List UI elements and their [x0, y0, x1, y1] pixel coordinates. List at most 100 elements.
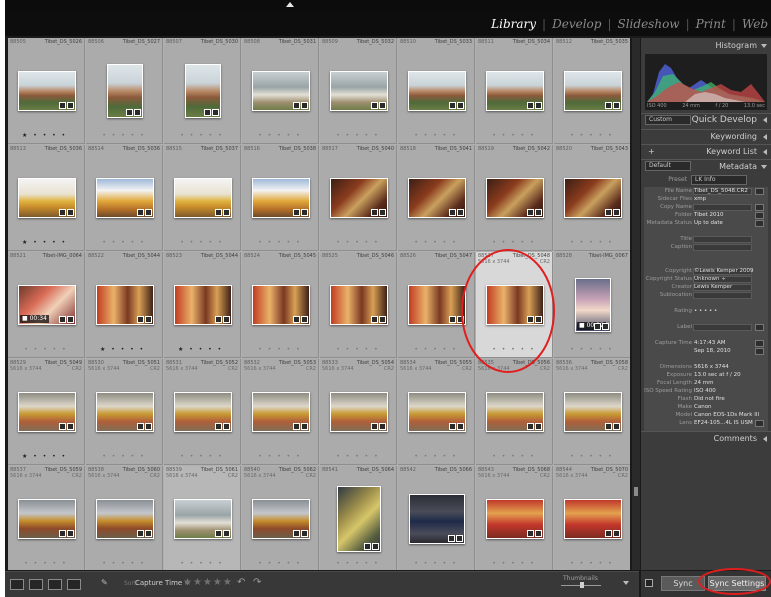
- metadata-badge-icon[interactable]: [605, 530, 612, 537]
- thumbnail-image[interactable]: [408, 178, 466, 218]
- cell-rating[interactable]: • • • • •: [554, 346, 630, 353]
- develop-badge-icon[interactable]: [456, 535, 463, 542]
- develop-badge-icon[interactable]: [67, 530, 74, 537]
- cell-rating[interactable]: • • • • •: [398, 560, 474, 567]
- metadata-badge-icon[interactable]: [204, 109, 211, 116]
- cell-rating[interactable]: • • • • •: [320, 453, 396, 460]
- metadata-badge-icon[interactable]: [137, 316, 144, 323]
- thumbnail-cell[interactable]: 88519 Tibet_DS_5042 • • • • •: [476, 145, 553, 251]
- metadata-field[interactable]: [693, 236, 752, 243]
- metadata-badge-icon[interactable]: [527, 209, 534, 216]
- develop-badge-icon[interactable]: [535, 102, 542, 109]
- add-keyword-icon[interactable]: +: [648, 144, 655, 159]
- thumbnail-image[interactable]: [564, 178, 622, 218]
- develop-badge-icon[interactable]: [457, 423, 464, 430]
- cell-rating[interactable]: ★ • • • •: [8, 453, 84, 460]
- thumbnail-cell[interactable]: 88520 Tibet_DS_5043 • • • • •: [554, 145, 630, 251]
- cell-rating[interactable]: • • • • •: [476, 132, 552, 139]
- thumbnail-cell[interactable]: 88542 Tibet_DS_5066 • • • • •: [398, 466, 475, 570]
- quick-develop-expand-icon[interactable]: [763, 117, 767, 123]
- top-panel-toggle-strip[interactable]: [5, 0, 771, 10]
- develop-badge-icon[interactable]: [372, 543, 379, 550]
- thumbnail-image[interactable]: [174, 285, 232, 325]
- metadata-badge-icon[interactable]: [448, 535, 455, 542]
- cell-rating[interactable]: • • • • •: [476, 560, 552, 567]
- histogram-header[interactable]: Histogram: [641, 38, 771, 53]
- cell-rating[interactable]: • • • • •: [398, 132, 474, 139]
- metadata-header[interactable]: Default Metadata: [641, 159, 771, 174]
- thumbnail-cell[interactable]: 88539 Tibet_DS_5061 5616 x 3744 CR2 • • • • …: [164, 466, 241, 570]
- develop-badge-icon[interactable]: [457, 209, 464, 216]
- metadata-badge-icon[interactable]: [449, 316, 456, 323]
- metadata-badge-icon[interactable]: [449, 423, 456, 430]
- thumbnail-image[interactable]: [337, 486, 381, 552]
- thumbnail-image[interactable]: [174, 392, 232, 432]
- thumbnail-image[interactable]: [96, 499, 154, 539]
- develop-badge-icon[interactable]: [602, 323, 609, 330]
- develop-badge-icon[interactable]: [145, 316, 152, 323]
- metadata-action-icon[interactable]: [755, 348, 764, 355]
- metadata-field[interactable]: [693, 244, 752, 251]
- metadata-action-icon[interactable]: [755, 420, 764, 427]
- develop-badge-icon[interactable]: [134, 109, 141, 116]
- thumbnail-image[interactable]: [174, 178, 232, 218]
- thumbnail-image[interactable]: [408, 392, 466, 432]
- toolbar-menu-icon[interactable]: [623, 581, 629, 585]
- metadata-badge-icon[interactable]: [126, 109, 133, 116]
- cell-rating[interactable]: • • • • •: [320, 239, 396, 246]
- module-web[interactable]: Web: [739, 17, 771, 31]
- develop-badge-icon[interactable]: [301, 423, 308, 430]
- cell-rating[interactable]: • • • • •: [320, 132, 396, 139]
- metadata-badge-icon[interactable]: [449, 102, 456, 109]
- thumbnail-cell[interactable]: 88529 Tibet_DS_5049 5616 x 3744 CR2 ★ • • • …: [8, 359, 85, 465]
- module-print[interactable]: Print: [693, 17, 729, 31]
- cell-rating[interactable]: • • • • •: [242, 239, 318, 246]
- cell-rating[interactable]: • • • • •: [476, 346, 552, 353]
- scrollbar-thumb[interactable]: [634, 487, 638, 496]
- metadata-action-icon[interactable]: [755, 204, 764, 211]
- thumbnail-image[interactable]: [486, 499, 544, 539]
- thumbnail-cell[interactable]: 88531 Tibet_DS_5052 5616 x 3744 CR2 • • • • …: [164, 359, 241, 465]
- thumbnail-cell[interactable]: 88535 Tibet_DS_5056 5616 x 3744 CR2 • • • • …: [476, 359, 553, 465]
- develop-badge-icon[interactable]: [67, 423, 74, 430]
- thumbnail-image[interactable]: [174, 499, 232, 539]
- cell-rating[interactable]: • • • • •: [8, 560, 84, 567]
- cell-rating[interactable]: • • • • •: [320, 346, 396, 353]
- cell-rating[interactable]: • • • • •: [164, 132, 240, 139]
- thumbnail-cell[interactable]: 88537 Tibet_DS_5059 5616 x 3744 CR2 • • • • …: [8, 466, 85, 570]
- thumbnail-cell[interactable]: 88532 Tibet_DS_5053 5616 x 3744 CR2 • • • • …: [242, 359, 319, 465]
- thumbnail-image[interactable]: [185, 64, 221, 118]
- cell-rating[interactable]: • • • • •: [242, 346, 318, 353]
- metadata-action-icon[interactable]: [755, 188, 764, 195]
- thumbnail-cell[interactable]: 88541 Tibet_DS_5064 • • • • •: [320, 466, 397, 570]
- comments-expand-icon[interactable]: [763, 436, 767, 442]
- thumbnail-cell[interactable]: 88507 Tibet_DS_5030 • • • • •: [164, 38, 241, 144]
- metadata-badge-icon[interactable]: [215, 209, 222, 216]
- metadata-badge-icon[interactable]: [293, 316, 300, 323]
- cell-rating[interactable]: • • • • •: [86, 132, 162, 139]
- metadata-badge-icon[interactable]: [527, 423, 534, 430]
- cell-rating[interactable]: • • • • •: [86, 453, 162, 460]
- metadata-view-dropdown[interactable]: Default: [645, 161, 691, 171]
- thumbnail-cell[interactable]: 88508 Tibet_DS_5031 • • • • •: [242, 38, 319, 144]
- cell-rating[interactable]: • • • • •: [398, 453, 474, 460]
- metadata-badge-icon[interactable]: [293, 423, 300, 430]
- thumbnail-cell[interactable]: 88538 Tibet_DS_5060 5616 x 3744 CR2 • • • • …: [86, 466, 163, 570]
- thumbnail-image[interactable]: [408, 285, 466, 325]
- develop-badge-icon[interactable]: [379, 102, 386, 109]
- metadata-badge-icon[interactable]: [215, 530, 222, 537]
- histogram-expand-icon[interactable]: [761, 44, 767, 48]
- cell-rating[interactable]: • • • • •: [320, 560, 396, 567]
- develop-badge-icon[interactable]: [379, 423, 386, 430]
- thumbnail-image[interactable]: [18, 178, 76, 218]
- thumbnail-cell[interactable]: 88525 Tibet_DS_5046 • • • • •: [320, 252, 397, 358]
- collapse-arrow-icon[interactable]: [286, 2, 294, 7]
- thumbnail-cell[interactable]: 88524 Tibet_DS_5045 • • • • •: [242, 252, 319, 358]
- thumbnail-image[interactable]: [18, 71, 76, 111]
- cell-rating[interactable]: • • • • •: [164, 239, 240, 246]
- thumbnail-cell[interactable]: 88517 Tibet_DS_5040 • • • • •: [320, 145, 397, 251]
- thumbnail-cell[interactable]: 88515 Tibet_DS_5037 • • • • •: [164, 145, 241, 251]
- develop-badge-icon[interactable]: [145, 530, 152, 537]
- metadata-badge-icon[interactable]: [527, 530, 534, 537]
- develop-badge-icon[interactable]: [301, 316, 308, 323]
